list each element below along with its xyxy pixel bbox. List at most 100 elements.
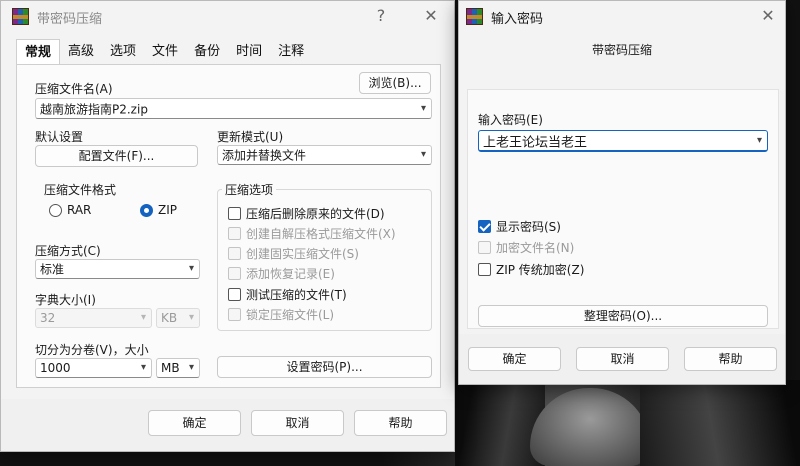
close-icon[interactable]: ✕ — [420, 5, 442, 27]
background-hair-right — [640, 380, 800, 466]
checkbox-icon — [228, 247, 241, 260]
checkbox-icon — [228, 227, 241, 240]
archive-name-label: 压缩文件名(A) — [35, 82, 113, 96]
archive-dialog-titlebar[interactable]: 带密码压缩 ? ✕ — [1, 1, 454, 31]
radio-circle-icon — [49, 203, 62, 217]
split-unit-select[interactable]: MB ▾ — [156, 358, 200, 378]
delete-after-archiving-checkbox[interactable]: 压缩后删除原来的文件(D) — [228, 205, 385, 222]
tab-comment[interactable]: 注释 — [270, 39, 312, 64]
chevron-down-icon: ▾ — [420, 148, 426, 160]
dictionary-unit-value: KB — [161, 311, 178, 325]
password-dialog: 输入密码 ✕ 带密码压缩 输入密码(E) 上老王论坛当老王 ▾ 显示密码(S) … — [458, 0, 786, 385]
format-zip-label: ZIP — [158, 203, 177, 217]
winrar-app-icon — [466, 8, 483, 25]
checkbox-icon — [228, 267, 241, 280]
default-settings-label: 默认设置 — [35, 130, 84, 144]
dictionary-size-label: 字典大小(I) — [35, 293, 96, 307]
split-size-value: 1000 — [40, 361, 71, 375]
format-zip-radio[interactable]: ZIP — [140, 203, 177, 217]
profiles-button[interactable]: 配置文件(F)... — [35, 145, 198, 167]
archive-name-value: 越南旅游指南P2.zip — [40, 102, 148, 116]
close-icon[interactable]: ✕ — [757, 5, 779, 27]
chevron-down-icon: ▾ — [188, 361, 194, 373]
browse-button[interactable]: 浏览(B)... — [359, 72, 431, 94]
format-rar-label: RAR — [67, 203, 92, 217]
add-recovery-record-label: 添加恢复记录(E) — [246, 267, 335, 281]
cancel-button[interactable]: 取消 — [251, 410, 344, 436]
password-dialog-footer: 确定 取消 帮助 — [459, 334, 785, 384]
tab-strip: 常规 高级 选项 文件 备份 时间 注释 — [16, 39, 312, 65]
format-group: 压缩文件格式 RAR ZIP — [35, 181, 200, 223]
tab-files[interactable]: 文件 — [144, 39, 186, 64]
winrar-app-icon — [12, 8, 29, 25]
ok-button[interactable]: 确定 — [148, 410, 241, 436]
compression-method-select[interactable]: 标准 ▾ — [35, 259, 200, 279]
checkbox-icon — [228, 288, 241, 301]
split-volume-label: 切分为分卷(V)，大小 — [35, 343, 149, 357]
password-value: 上老王论坛当老王 — [483, 135, 588, 150]
zip-legacy-encryption-checkbox[interactable]: ZIP 传统加密(Z) — [478, 261, 584, 278]
chevron-down-icon: ▾ — [420, 102, 426, 114]
set-password-button[interactable]: 设置密码(P)... — [217, 356, 432, 378]
lock-archive-checkbox: 锁定压缩文件(L) — [228, 306, 334, 323]
organize-passwords-button[interactable]: 整理密码(O)... — [478, 305, 768, 327]
chevron-down-icon: ▾ — [188, 262, 194, 274]
encrypt-file-names-label: 加密文件名(N) — [496, 241, 575, 255]
chevron-down-icon: ▾ — [188, 311, 194, 323]
password-help-button[interactable]: 帮助 — [684, 347, 777, 371]
lock-archive-label: 锁定压缩文件(L) — [246, 308, 335, 322]
tab-backup[interactable]: 备份 — [186, 39, 228, 64]
checkbox-icon — [478, 241, 491, 254]
password-dialog-titlebar[interactable]: 输入密码 ✕ — [459, 1, 785, 31]
archive-options-group: 压缩选项 压缩后删除原来的文件(D) 创建自解压格式压缩文件(X) 创建固实压缩… — [217, 181, 432, 331]
create-solid-checkbox: 创建固实压缩文件(S) — [228, 245, 359, 262]
dictionary-size-value: 32 — [40, 311, 56, 325]
create-solid-label: 创建固实压缩文件(S) — [246, 247, 359, 261]
general-tab-panel: 压缩文件名(A) 浏览(B)... 越南旅游指南P2.zip ▾ 默认设置 配置… — [16, 64, 441, 388]
show-password-checkbox[interactable]: 显示密码(S) — [478, 218, 561, 235]
format-group-label: 压缩文件格式 — [41, 181, 120, 198]
dictionary-size-select: 32 ▾ — [35, 308, 152, 328]
archive-dialog-footer: 确定 取消 帮助 — [1, 399, 454, 451]
split-size-combobox[interactable]: 1000 ▾ — [35, 358, 152, 378]
help-button[interactable]: 帮助 — [354, 410, 447, 436]
dictionary-unit-select: KB ▾ — [156, 308, 200, 328]
add-recovery-record-checkbox: 添加恢复记录(E) — [228, 265, 335, 282]
archive-name-combobox[interactable]: 越南旅游指南P2.zip ▾ — [35, 98, 432, 119]
tab-time[interactable]: 时间 — [228, 39, 270, 64]
chevron-down-icon: ▾ — [140, 311, 146, 323]
password-input[interactable]: 上老王论坛当老王 ▾ — [478, 130, 768, 152]
update-mode-value: 添加并替换文件 — [222, 148, 307, 163]
checkbox-icon — [228, 308, 241, 321]
chevron-down-icon: ▾ — [140, 361, 146, 373]
archive-dialog: 带密码压缩 ? ✕ 常规 高级 选项 文件 备份 时间 注释 压缩文件名(A) … — [0, 0, 455, 452]
zip-legacy-encryption-label: ZIP 传统加密(Z) — [496, 263, 585, 277]
split-unit-value: MB — [161, 361, 180, 375]
password-panel: 输入密码(E) 上老王论坛当老王 ▾ 显示密码(S) 加密文件名(N) ZIP … — [467, 89, 779, 329]
password-dialog-header: 带密码压缩 — [459, 31, 785, 88]
archive-dialog-title: 带密码压缩 — [37, 12, 103, 27]
archive-options-group-label: 压缩选项 — [222, 181, 277, 198]
tab-options[interactable]: 选项 — [102, 39, 144, 64]
checked-checkbox-icon — [478, 220, 491, 233]
create-sfx-checkbox: 创建自解压格式压缩文件(X) — [228, 225, 396, 242]
background-face — [530, 388, 650, 466]
tab-advanced[interactable]: 高级 — [60, 39, 102, 64]
password-cancel-button[interactable]: 取消 — [576, 347, 669, 371]
delete-after-archiving-label: 压缩后删除原来的文件(D) — [246, 207, 385, 221]
compression-method-value: 标准 — [40, 262, 65, 277]
tab-general[interactable]: 常规 — [16, 39, 61, 65]
show-password-label: 显示密码(S) — [496, 220, 561, 234]
help-icon[interactable]: ? — [370, 5, 392, 27]
checkbox-icon — [478, 263, 491, 276]
chevron-down-icon: ▾ — [756, 134, 762, 146]
radio-selected-icon — [140, 203, 153, 217]
test-archived-files-checkbox[interactable]: 测试压缩的文件(T) — [228, 286, 347, 303]
test-archived-files-label: 测试压缩的文件(T) — [246, 288, 347, 302]
encrypt-file-names-checkbox: 加密文件名(N) — [478, 239, 574, 256]
checkbox-icon — [228, 207, 241, 220]
create-sfx-label: 创建自解压格式压缩文件(X) — [246, 227, 396, 241]
update-mode-select[interactable]: 添加并替换文件 ▾ — [217, 145, 432, 165]
format-rar-radio[interactable]: RAR — [49, 203, 91, 217]
password-ok-button[interactable]: 确定 — [468, 347, 561, 371]
